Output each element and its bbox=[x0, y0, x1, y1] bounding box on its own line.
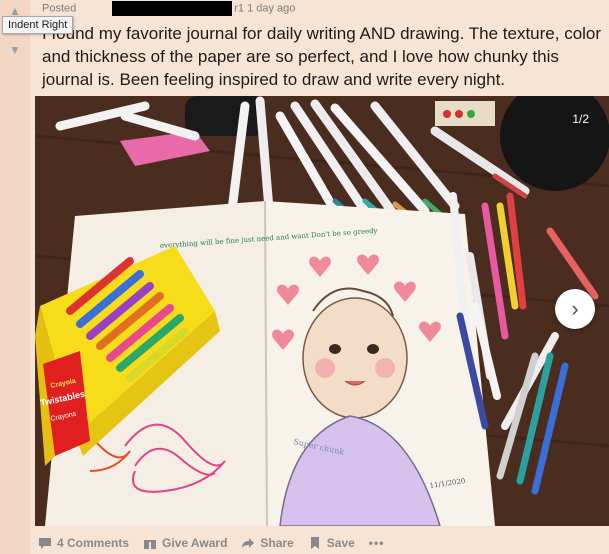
give-award-button[interactable]: Give Award bbox=[143, 536, 227, 550]
post-image[interactable]: everything will be fine just need and wa… bbox=[35, 96, 609, 526]
comment-icon bbox=[39, 538, 51, 549]
share-button[interactable]: Share bbox=[241, 536, 294, 550]
more-options-button[interactable]: ••• bbox=[369, 536, 385, 550]
next-image-button[interactable]: › bbox=[555, 289, 595, 329]
give-award-label: Give Award bbox=[162, 536, 228, 550]
redacted-username bbox=[112, 1, 233, 16]
post-meta: Posted r1 1 day ago bbox=[42, 1, 295, 16]
vote-column: ▲ ▼ bbox=[0, 0, 30, 554]
gallery-counter: 1/2 bbox=[565, 110, 596, 128]
post-actions: 4 Comments Give Award Share Save ••• bbox=[38, 533, 398, 553]
tooltip: Indent Right bbox=[2, 16, 74, 34]
post-title[interactable]: I found my favorite journal for daily wr… bbox=[42, 22, 602, 91]
bookmark-icon bbox=[310, 537, 319, 549]
journal-photo: everything will be fine just need and wa… bbox=[35, 96, 609, 526]
comments-button[interactable]: 4 Comments bbox=[38, 536, 129, 550]
posted-label: Posted bbox=[42, 2, 77, 15]
chevron-right-icon: › bbox=[571, 296, 579, 321]
post-time[interactable]: 1 day ago bbox=[247, 2, 295, 14]
share-icon bbox=[242, 538, 255, 548]
comments-label: 4 Comments bbox=[57, 536, 130, 550]
save-button[interactable]: Save bbox=[308, 536, 355, 550]
share-label: Share bbox=[260, 536, 294, 550]
username-tail[interactable]: r1 bbox=[234, 2, 244, 14]
save-label: Save bbox=[326, 536, 355, 550]
gift-icon bbox=[144, 537, 157, 549]
arrow-down-icon[interactable]: ▼ bbox=[9, 44, 21, 56]
